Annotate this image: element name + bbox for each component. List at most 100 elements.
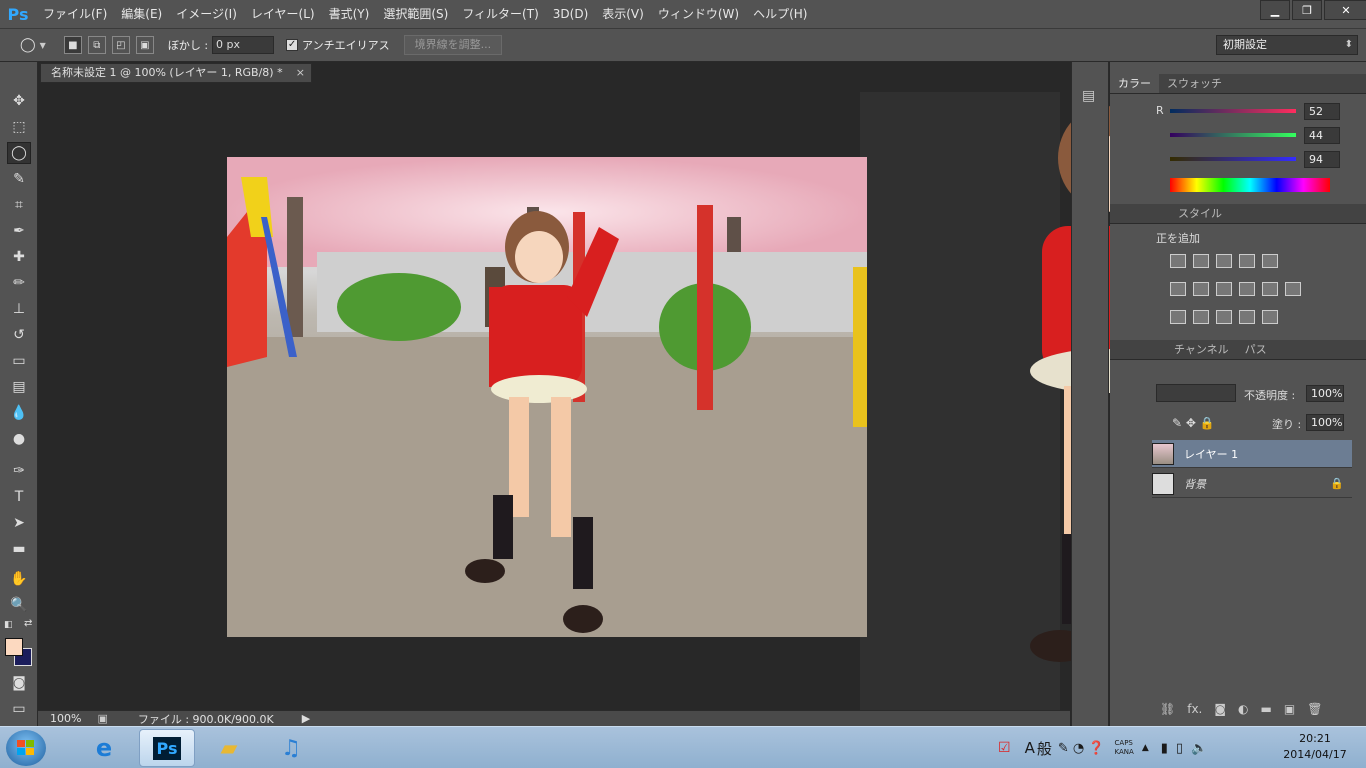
internet-explorer-icon[interactable]: e: [76, 729, 132, 767]
status-menu-arrow-icon[interactable]: ▶: [302, 712, 310, 725]
antialias-checkbox[interactable]: ✓: [286, 39, 299, 51]
gradient-map-icon[interactable]: [1239, 310, 1255, 324]
tab-channels[interactable]: チャンネル: [1166, 340, 1237, 359]
feather-input[interactable]: 0 px: [212, 36, 275, 54]
ime-conversion-mode[interactable]: 般: [1037, 738, 1052, 759]
menu-window[interactable]: ウィンドウ(W): [651, 0, 746, 28]
menu-view[interactable]: 表示(V): [595, 0, 651, 28]
color-lookup-icon[interactable]: [1285, 282, 1301, 296]
shape-tool-icon[interactable]: ▬: [7, 538, 31, 560]
file-explorer-icon[interactable]: ▰: [201, 729, 257, 767]
menu-edit[interactable]: 編集(E): [114, 0, 169, 28]
intersect-selection-icon[interactable]: ▣: [135, 36, 154, 54]
menu-layer[interactable]: レイヤー(L): [244, 0, 322, 28]
tab-styles[interactable]: スタイル: [1170, 204, 1230, 223]
tab-paths[interactable]: パス: [1237, 340, 1275, 359]
antivirus-icon[interactable]: ☑: [998, 740, 1011, 756]
add-mask-icon[interactable]: ◙: [1214, 702, 1226, 716]
menu-image[interactable]: イメージ(I): [169, 0, 244, 28]
selective-color-icon[interactable]: [1262, 310, 1278, 324]
exposure-icon[interactable]: [1239, 254, 1255, 268]
menu-filter[interactable]: フィルター(T): [455, 0, 545, 28]
red-value[interactable]: 52: [1304, 103, 1340, 120]
delete-layer-icon[interactable]: 🗑: [1307, 702, 1322, 716]
brush-tool-icon[interactable]: ✏: [7, 272, 31, 294]
gradient-tool-icon[interactable]: ▤: [7, 376, 31, 398]
device-icon[interactable]: ▮: [1161, 741, 1168, 756]
start-button[interactable]: [6, 730, 46, 766]
black-white-icon[interactable]: [1216, 282, 1232, 296]
adjustment-layer-icon[interactable]: ◐: [1238, 702, 1248, 716]
link-layers-icon[interactable]: ⛓: [1160, 702, 1175, 716]
menu-select[interactable]: 選択範囲(S): [376, 0, 455, 28]
tray-expand-icon[interactable]: ▲: [1142, 743, 1149, 753]
blue-value[interactable]: 94: [1304, 151, 1340, 168]
quick-select-tool-icon[interactable]: ✎: [7, 168, 31, 190]
blur-tool-icon[interactable]: 💧: [7, 402, 31, 424]
color-spectrum[interactable]: [1170, 178, 1330, 192]
foreground-color-swatch[interactable]: [5, 638, 23, 656]
color-balance-icon[interactable]: [1193, 282, 1209, 296]
history-panel-icon[interactable]: ▤: [1082, 88, 1095, 104]
close-tab-icon[interactable]: ×: [296, 64, 305, 82]
opacity-value[interactable]: 100%: [1306, 385, 1344, 402]
preset-dropdown-icon[interactable]: ▼: [40, 41, 46, 50]
lasso-preset-icon[interactable]: ◯: [20, 37, 36, 53]
zoom-level[interactable]: 100%: [50, 712, 81, 725]
ime-input-mode[interactable]: A: [1025, 739, 1035, 757]
pen-tool-icon[interactable]: ✑: [7, 460, 31, 482]
network-icon[interactable]: ▯: [1176, 741, 1183, 756]
crop-tool-icon[interactable]: ⌗: [7, 194, 31, 216]
lasso-tool-icon[interactable]: ◯: [7, 142, 31, 164]
stamp-tool-icon[interactable]: ⊥: [7, 298, 31, 320]
new-selection-icon[interactable]: ■: [63, 36, 82, 54]
path-select-tool-icon[interactable]: ➤: [7, 512, 31, 534]
swap-colors-icon[interactable]: ⇄: [24, 618, 32, 629]
menu-3d[interactable]: 3D(D): [546, 0, 595, 28]
menu-help[interactable]: ヘルプ(H): [746, 0, 814, 28]
minimize-button[interactable]: ▁: [1260, 0, 1290, 20]
lock-icons[interactable]: ✎ ✥ 🔒: [1172, 416, 1215, 430]
layer-style-icon[interactable]: fx.: [1187, 702, 1202, 716]
new-layer-icon[interactable]: ▣: [1284, 702, 1295, 716]
screen-mode-icon[interactable]: ▭: [7, 698, 31, 720]
close-button[interactable]: ✕: [1324, 0, 1366, 20]
type-tool-icon[interactable]: T: [7, 486, 31, 508]
tab-color[interactable]: カラー: [1110, 74, 1159, 93]
history-brush-tool-icon[interactable]: ↺: [7, 324, 31, 346]
brightness-icon[interactable]: [1170, 254, 1186, 268]
blue-slider[interactable]: [1170, 157, 1296, 161]
document-canvas[interactable]: [227, 157, 867, 637]
workspace-select[interactable]: 初期設定: [1216, 35, 1358, 55]
subtract-selection-icon[interactable]: ◰: [111, 36, 130, 54]
photo-filter-icon[interactable]: [1239, 282, 1255, 296]
ime-tools-icons[interactable]: ✎ ◔ ❓: [1058, 741, 1105, 756]
invert-icon[interactable]: [1170, 310, 1186, 324]
curves-icon[interactable]: [1216, 254, 1232, 268]
red-slider[interactable]: [1170, 109, 1296, 113]
tab-swatches[interactable]: スウォッチ: [1159, 74, 1230, 93]
refine-edge-button[interactable]: 境界線を調整...: [403, 35, 503, 55]
default-colors-icon[interactable]: ◧: [4, 620, 13, 630]
posterize-icon[interactable]: [1193, 310, 1209, 324]
taskbar-photoshop-button[interactable]: Ps: [139, 729, 195, 767]
levels-icon[interactable]: [1193, 254, 1209, 268]
restore-button[interactable]: ❐: [1292, 0, 1322, 20]
clock[interactable]: 20:21 2014/04/17: [1270, 731, 1360, 763]
marquee-tool-icon[interactable]: ⬚: [7, 116, 31, 138]
move-tool-icon[interactable]: ✥: [7, 90, 31, 112]
green-slider[interactable]: [1170, 133, 1296, 137]
eyedropper-tool-icon[interactable]: ✒: [7, 220, 31, 242]
blend-mode-select[interactable]: [1156, 384, 1236, 402]
channel-mixer-icon[interactable]: [1262, 282, 1278, 296]
green-value[interactable]: 44: [1304, 127, 1340, 144]
layer-row[interactable]: 背景 🔒: [1152, 470, 1352, 498]
layer-row[interactable]: レイヤー 1: [1152, 440, 1352, 468]
volume-icon[interactable]: 🔈: [1191, 741, 1207, 756]
menu-type[interactable]: 書式(Y): [322, 0, 377, 28]
hue-icon[interactable]: [1170, 282, 1186, 296]
threshold-icon[interactable]: [1216, 310, 1232, 324]
quick-mask-icon[interactable]: ◙: [7, 672, 31, 694]
menu-file[interactable]: ファイル(F): [36, 0, 114, 28]
add-selection-icon[interactable]: ⧉: [87, 36, 106, 54]
